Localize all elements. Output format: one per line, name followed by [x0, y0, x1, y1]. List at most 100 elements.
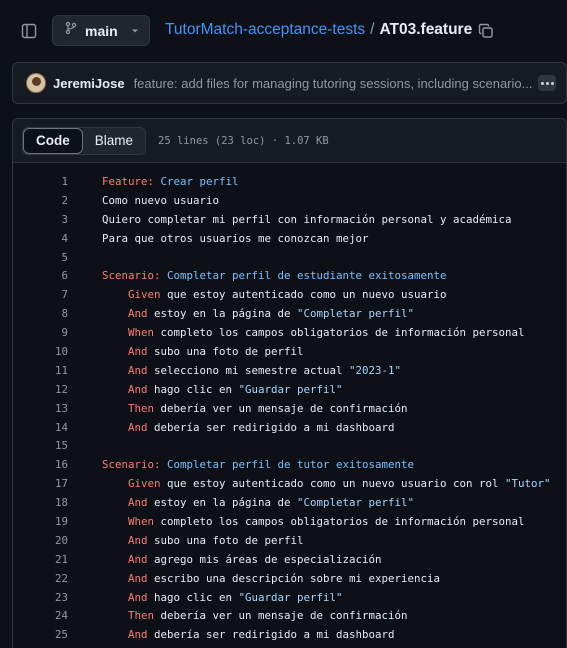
line-number[interactable]: 10: [13, 345, 68, 358]
line-content: Scenario: Completar perfil de tutor exit…: [102, 458, 414, 471]
line-number[interactable]: 4: [13, 232, 68, 245]
line-content: And selecciono mi semestre actual "2023-…: [102, 364, 401, 377]
code-text: hago clic en: [147, 590, 239, 604]
line-content: When completo los campos obligatorios de…: [102, 326, 525, 339]
line-content: And escribo una descripción sobre mi exp…: [102, 572, 440, 585]
line-content: And hago clic en "Guardar perfil": [102, 383, 343, 396]
line-content: Scenario: Completar perfil de estudiante…: [102, 269, 447, 282]
line-content: Para que otros usuarios me conozcan mejo…: [102, 232, 369, 245]
line-content: And debería ser redirigido a mi dashboar…: [102, 628, 395, 641]
line-number[interactable]: 7: [13, 288, 68, 301]
line-number[interactable]: 22: [13, 572, 68, 585]
gherkin-keyword: Then: [128, 401, 155, 415]
code-line: 7 Given que estoy autenticado como un nu…: [13, 285, 566, 304]
gherkin-keyword: And: [128, 307, 148, 321]
gherkin-keyword: And: [128, 590, 148, 604]
line-number[interactable]: 6: [13, 269, 68, 282]
code-line: 24 Then debería ver un mensaje de confir…: [13, 606, 566, 625]
line-content: Given que estoy autenticado como un nuev…: [102, 288, 447, 301]
line-number[interactable]: 25: [13, 628, 68, 641]
gherkin-keyword: When: [128, 326, 155, 340]
sidebar-toggle-icon[interactable]: [18, 20, 40, 42]
copy-path-icon[interactable]: [477, 22, 495, 40]
top-bar: main TutorMatch-acceptance-tests / AT03.…: [0, 0, 567, 62]
line-number[interactable]: 17: [13, 477, 68, 490]
line-number[interactable]: 12: [13, 383, 68, 396]
code-text: completo los campos obligatorios de info…: [154, 514, 525, 528]
commit-message[interactable]: feature: add files for managing tutoring…: [134, 76, 532, 91]
code-text: subo una foto de perfil: [147, 533, 304, 547]
line-content: And subo una foto de perfil: [102, 345, 304, 358]
line-number[interactable]: 8: [13, 307, 68, 320]
gherkin-keyword: And: [128, 496, 148, 510]
gherkin-keyword: And: [128, 382, 148, 396]
file-viewer: Code Blame 25 lines (23 loc) · 1.07 KB 1…: [12, 118, 567, 648]
gherkin-keyword: When: [128, 514, 155, 528]
line-number[interactable]: 23: [13, 591, 68, 604]
gherkin-keyword: Given: [128, 477, 161, 491]
branch-selector-button[interactable]: main: [52, 15, 150, 46]
code-line: 4 Para que otros usuarios me conozcan mej…: [13, 229, 566, 248]
repo-link[interactable]: TutorMatch-acceptance-tests: [165, 21, 365, 39]
line-number[interactable]: 1: [13, 175, 68, 188]
gherkin-keyword: And: [128, 420, 148, 434]
code-line: 19 When completo los campos obligatorios…: [13, 512, 566, 531]
code-line: 2 Como nuevo usuario: [13, 191, 566, 210]
tab-blame[interactable]: Blame: [82, 127, 146, 154]
line-number[interactable]: 19: [13, 515, 68, 528]
line-number[interactable]: 21: [13, 553, 68, 566]
file-meta: 25 lines (23 loc) · 1.07 KB: [158, 134, 329, 147]
line-number[interactable]: 20: [13, 534, 68, 547]
commit-author[interactable]: JeremiJose: [53, 76, 125, 91]
string-literal: "Completar perfil": [297, 496, 415, 510]
gherkin-title: Crear perfil: [154, 174, 239, 188]
code-text: escribo una descripción sobre mi experie…: [147, 571, 441, 585]
line-content: And debería ser redirigido a mi dashboar…: [102, 421, 395, 434]
line-number[interactable]: 15: [13, 439, 68, 452]
code-text: Para que otros usuarios me conozcan mejo…: [102, 231, 369, 245]
code-line: 22 And escribo una descripción sobre mi …: [13, 569, 566, 588]
chevron-down-icon: [130, 26, 140, 36]
string-literal: "Guardar perfil": [238, 382, 343, 396]
code-text: debería ver un mensaje de confirmación: [154, 609, 408, 623]
string-literal: "Guardar perfil": [238, 590, 343, 604]
line-number[interactable]: 3: [13, 213, 68, 226]
line-number[interactable]: 14: [13, 421, 68, 434]
string-literal: "2023-1": [349, 363, 402, 377]
line-number[interactable]: 11: [13, 364, 68, 377]
line-number[interactable]: 16: [13, 458, 68, 471]
code-line: 1 Feature: Crear perfil: [13, 172, 566, 191]
line-number[interactable]: 2: [13, 194, 68, 207]
breadcrumb-separator: /: [370, 21, 375, 38]
code-line: 3 Quiero completar mi perfil con informac…: [13, 210, 566, 229]
avatar[interactable]: [26, 73, 46, 93]
line-number[interactable]: 24: [13, 609, 68, 622]
code-text: subo una foto de perfil: [147, 344, 304, 358]
code-area: 1 Feature: Crear perfil 2 Como nuevo usuari…: [13, 163, 566, 644]
code-text: hago clic en: [147, 382, 239, 396]
tab-code[interactable]: Code: [23, 127, 83, 154]
more-options-icon[interactable]: [538, 75, 556, 91]
gherkin-keyword: Scenario:: [102, 269, 161, 283]
line-number[interactable]: 5: [13, 251, 68, 264]
line-number[interactable]: 18: [13, 496, 68, 509]
line-number[interactable]: 13: [13, 402, 68, 415]
code-line: 15: [13, 436, 566, 455]
code-line: 6 Scenario: Completar perfil de estudiant…: [13, 266, 566, 285]
code-text: estoy en la página de: [147, 307, 298, 321]
code-text: completo los campos obligatorios de info…: [154, 326, 525, 340]
gherkin-keyword: Feature:: [102, 174, 155, 188]
line-number[interactable]: 9: [13, 326, 68, 339]
code-text: que estoy autenticado como un nuevo usua…: [160, 477, 506, 491]
line-content: And hago clic en "Guardar perfil": [102, 591, 343, 604]
